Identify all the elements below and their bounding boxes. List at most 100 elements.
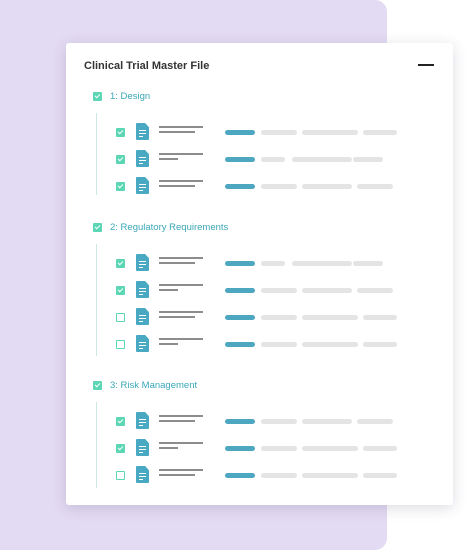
placeholder-bar: [261, 419, 297, 424]
text-placeholder-line: [159, 338, 203, 340]
checkbox-icon[interactable]: [116, 417, 125, 426]
placeholder-bar: [302, 130, 358, 135]
status-bar: [225, 157, 255, 162]
checkbox-icon[interactable]: [116, 471, 125, 480]
text-placeholder-line: [159, 420, 195, 422]
text-placeholder-line: [159, 158, 178, 160]
placeholder-bar: [261, 473, 297, 478]
text-placeholder-line: [159, 257, 203, 259]
placeholder-bar: [363, 342, 397, 347]
status-bar: [225, 288, 255, 293]
placeholder-bar: [357, 419, 393, 424]
text-placeholder-line: [159, 447, 178, 449]
document-row[interactable]: [66, 439, 453, 459]
text-placeholder-line: [159, 316, 195, 318]
placeholder-bar: [302, 315, 358, 320]
text-placeholder-line: [159, 126, 203, 128]
document-icon: [136, 123, 149, 140]
section-header[interactable]: 3: Risk Management: [93, 379, 197, 391]
placeholder-bar: [353, 261, 383, 266]
document-row[interactable]: [66, 281, 453, 301]
placeholder-bar: [357, 288, 393, 293]
document-row[interactable]: [66, 177, 453, 197]
document-row[interactable]: [66, 412, 453, 432]
checkbox-icon[interactable]: [116, 182, 125, 191]
checkbox-icon[interactable]: [93, 380, 102, 390]
checkbox-icon[interactable]: [116, 259, 125, 268]
section-label: 3: Risk Management: [110, 379, 198, 391]
document-row[interactable]: [66, 123, 453, 143]
checkbox-icon[interactable]: [116, 286, 125, 295]
placeholder-bar: [261, 342, 297, 347]
document-icon: [136, 177, 149, 194]
document-row[interactable]: [66, 150, 453, 170]
placeholder-bar: [261, 446, 297, 451]
minus-icon[interactable]: [418, 64, 434, 66]
status-bar: [225, 473, 255, 478]
text-placeholder-line: [159, 442, 203, 444]
status-bar: [225, 446, 255, 451]
placeholder-bar: [302, 473, 358, 478]
placeholder-bar: [302, 419, 352, 424]
section-label: 2: Regulatory Requirements: [110, 221, 229, 233]
document-icon: [136, 466, 149, 483]
document-row[interactable]: [66, 308, 453, 328]
placeholder-bar: [261, 184, 297, 189]
placeholder-bar: [261, 315, 297, 320]
document-icon: [136, 412, 149, 429]
document-icon: [136, 254, 149, 271]
section-label: 1: Design: [110, 90, 151, 102]
checkbox-icon[interactable]: [93, 222, 102, 232]
text-placeholder-line: [159, 469, 203, 471]
text-placeholder-line: [159, 311, 203, 313]
text-placeholder-line: [159, 415, 203, 417]
section-header[interactable]: 1: Design: [93, 90, 150, 102]
text-placeholder-line: [159, 474, 195, 476]
status-bar: [225, 261, 255, 266]
placeholder-bar: [353, 157, 383, 162]
text-placeholder-line: [159, 180, 203, 182]
text-placeholder-line: [159, 289, 178, 291]
text-placeholder-line: [159, 185, 195, 187]
status-bar: [225, 419, 255, 424]
status-bar: [225, 315, 255, 320]
placeholder-bar: [357, 184, 393, 189]
text-placeholder-line: [159, 153, 203, 155]
status-bar: [225, 184, 255, 189]
placeholder-bar: [363, 315, 397, 320]
checkbox-icon[interactable]: [116, 444, 125, 453]
status-bar: [225, 130, 255, 135]
placeholder-bar: [363, 473, 397, 478]
document-icon: [136, 335, 149, 352]
document-icon: [136, 150, 149, 167]
text-placeholder-line: [159, 343, 178, 345]
placeholder-bar: [292, 261, 352, 266]
placeholder-bar: [261, 261, 285, 266]
panel-title: Clinical Trial Master File: [84, 60, 210, 72]
placeholder-bar: [302, 446, 358, 451]
text-placeholder-line: [159, 284, 203, 286]
checkbox-icon[interactable]: [116, 128, 125, 137]
placeholder-bar: [261, 157, 285, 162]
document-icon: [136, 308, 149, 325]
placeholder-bar: [363, 446, 397, 451]
placeholder-bar: [261, 130, 297, 135]
document-row[interactable]: [66, 466, 453, 486]
document-row[interactable]: [66, 254, 453, 274]
placeholder-bar: [292, 157, 352, 162]
placeholder-bar: [302, 342, 358, 347]
checkbox-icon[interactable]: [93, 91, 102, 101]
document-icon: [136, 281, 149, 298]
placeholder-bar: [302, 184, 352, 189]
placeholder-bar: [302, 288, 352, 293]
checkbox-icon[interactable]: [116, 313, 125, 322]
checkbox-icon[interactable]: [116, 155, 125, 164]
placeholder-bar: [363, 130, 397, 135]
checkbox-icon[interactable]: [116, 340, 125, 349]
document-icon: [136, 439, 149, 456]
section-header[interactable]: 2: Regulatory Requirements: [93, 221, 228, 233]
placeholder-bar: [261, 288, 297, 293]
text-placeholder-line: [159, 262, 195, 264]
document-row[interactable]: [66, 335, 453, 355]
text-placeholder-line: [159, 131, 195, 133]
